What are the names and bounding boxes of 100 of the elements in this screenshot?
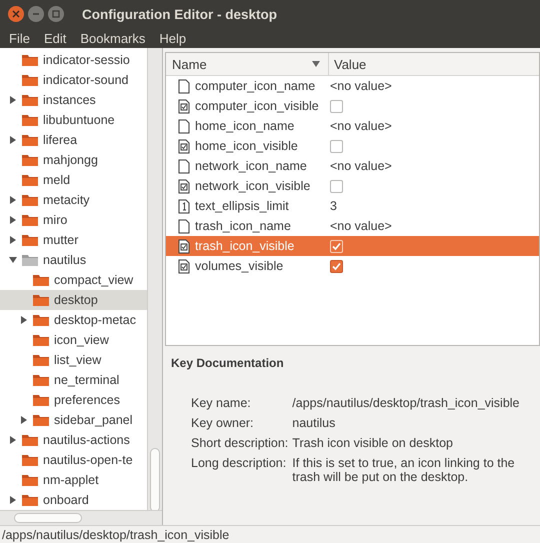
table-row[interactable]: computer_icon_visible — [166, 96, 539, 116]
collapsed-triangle-icon[interactable] — [8, 135, 18, 145]
tree-item[interactable]: icon_view — [54, 333, 109, 347]
minimize-button[interactable] — [28, 6, 44, 22]
table-row[interactable]: home_icon_name <no value> — [166, 116, 539, 136]
folder-icon — [21, 473, 39, 487]
key-name: text_ellipsis_limit — [195, 199, 289, 213]
value-cell: 3 — [330, 199, 337, 213]
key-name: trash_icon_name — [195, 219, 291, 233]
tree-item[interactable]: metacity — [43, 193, 90, 207]
checkbox[interactable] — [330, 100, 343, 112]
folder-icon — [21, 113, 39, 127]
folder-icon — [21, 73, 39, 87]
folder-icon — [21, 453, 39, 467]
folder-icon — [32, 353, 50, 367]
tree-item[interactable]: nautilus-actions — [43, 433, 130, 447]
field-label: Short description: — [191, 436, 288, 450]
checkbox[interactable] — [330, 260, 343, 272]
checkbox-document-icon — [178, 238, 190, 254]
column-header[interactable]: Name — [166, 53, 329, 75]
folder-icon — [21, 93, 39, 107]
checkbox-document-icon — [178, 258, 190, 274]
tree-item[interactable]: nautilus-open-te — [43, 453, 133, 467]
folder-icon — [32, 393, 50, 407]
menu-item[interactable]: Edit — [36, 30, 74, 46]
window-title: Configuration Editor - desktop — [82, 6, 277, 22]
folder-icon — [21, 433, 39, 447]
tree-item[interactable]: onboard — [43, 493, 89, 507]
table-row[interactable]: trash_icon_name <no value> — [166, 216, 539, 236]
folder-icon — [21, 53, 39, 67]
collapsed-triangle-icon[interactable] — [19, 315, 29, 325]
menu-item[interactable]: Bookmarks — [73, 30, 152, 46]
field-label: Long description: — [191, 456, 288, 472]
document-icon — [178, 78, 190, 94]
tree-item[interactable]: preferences — [54, 393, 120, 407]
value-cell: <no value> — [330, 79, 392, 93]
value-cell: <no value> — [330, 159, 392, 173]
tree-item[interactable]: ne_terminal — [54, 373, 120, 387]
section-title: Key Documentation — [171, 356, 285, 370]
key-name: home_icon_visible — [195, 139, 298, 153]
folder-icon — [21, 133, 39, 147]
checkbox-document-icon — [178, 138, 190, 154]
tree-item[interactable]: nm-applet — [43, 473, 99, 487]
table-row[interactable]: text_ellipsis_limit 3 — [166, 196, 539, 216]
table-row[interactable]: home_icon_visible — [166, 136, 539, 156]
expanded-triangle-icon[interactable] — [8, 255, 18, 265]
close-icon — [12, 10, 20, 18]
folder-icon — [32, 413, 50, 427]
folder-icon — [21, 233, 39, 247]
tree-item[interactable]: list_view — [54, 353, 102, 367]
folder-icon — [21, 153, 39, 167]
maximize-button[interactable] — [48, 6, 64, 22]
number-document-icon — [178, 198, 190, 214]
key-name: trash_icon_visible — [195, 239, 294, 253]
field-value: If this is set to true, an icon linking to the trash will be put on the desktop. — [292, 456, 516, 484]
collapsed-triangle-icon[interactable] — [8, 495, 18, 505]
sort-arrow-icon — [312, 61, 320, 67]
tree-item[interactable]: miro — [43, 213, 68, 227]
collapsed-triangle-icon[interactable] — [8, 95, 18, 105]
tree-item[interactable]: libubuntuone — [43, 113, 115, 127]
checkbox[interactable] — [330, 140, 343, 152]
checkbox[interactable] — [330, 180, 343, 192]
folder-icon — [32, 313, 50, 327]
close-button[interactable] — [8, 6, 24, 22]
folder-icon — [21, 253, 39, 267]
document-icon — [178, 158, 190, 174]
menu-item[interactable]: File — [2, 30, 37, 46]
key-name: volumes_visible — [195, 259, 284, 273]
table-row[interactable]: network_icon_name <no value> — [166, 156, 539, 176]
value-cell: <no value> — [330, 219, 392, 233]
table-row[interactable]: computer_icon_name <no value> — [166, 76, 539, 96]
tree-item[interactable]: mahjongg — [43, 153, 98, 167]
tree-item[interactable]: indicator-sessio — [43, 53, 130, 67]
horizontal-scrollbar[interactable] — [0, 510, 162, 525]
tree-item[interactable]: compact_view — [54, 273, 134, 287]
checkbox-document-icon — [178, 178, 190, 194]
key-name: network_icon_name — [195, 159, 307, 173]
table-row[interactable]: network_icon_visible — [166, 176, 539, 196]
folder-icon — [21, 493, 39, 507]
key-name: computer_icon_name — [195, 79, 316, 93]
tree-item[interactable]: liferea — [43, 133, 78, 147]
tree-item[interactable]: instances — [43, 93, 96, 107]
tree-item[interactable]: indicator-sound — [43, 73, 128, 87]
folder-icon — [21, 193, 39, 207]
field-value: Trash icon visible on desktop — [292, 436, 454, 450]
menu-item[interactable]: Help — [152, 30, 194, 46]
tree-item[interactable]: nautilus — [43, 253, 86, 267]
folder-icon — [21, 213, 39, 227]
status-text: /apps/nautilus/desktop/trash_icon_visible — [2, 528, 230, 542]
tree-item[interactable]: mutter — [43, 233, 78, 247]
vertical-scrollbar[interactable] — [147, 48, 162, 510]
table-row[interactable]: volumes_visible — [166, 256, 539, 276]
folder-icon — [32, 333, 50, 347]
tree-item[interactable]: meld — [43, 173, 70, 187]
column-header[interactable]: Value — [329, 53, 539, 75]
document-icon — [178, 218, 190, 234]
tree-item[interactable]: sidebar_panel — [54, 413, 133, 427]
tree-item[interactable]: desktop-metac — [54, 313, 136, 327]
folder-icon — [21, 173, 39, 187]
key-name: computer_icon_visible — [195, 99, 319, 113]
